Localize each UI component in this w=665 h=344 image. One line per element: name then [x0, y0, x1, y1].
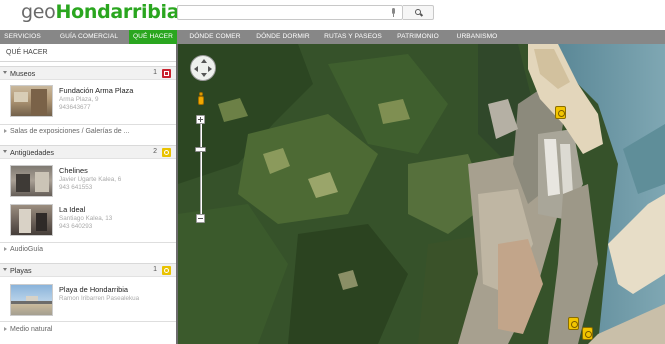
- search-icon: [415, 9, 421, 15]
- pan-down-icon[interactable]: [201, 73, 207, 77]
- sidebar-title: QUÉ HACER: [6, 49, 48, 56]
- divider: [0, 321, 176, 322]
- map-marker-icon[interactable]: [568, 317, 579, 330]
- nav-donde-dormir[interactable]: Dónde dormir: [251, 30, 315, 44]
- expand-arrow-icon: [3, 268, 7, 271]
- nav-que-hacer[interactable]: Qué hacer: [129, 30, 177, 44]
- microphone-icon[interactable]: [391, 8, 396, 17]
- nav-servicios[interactable]: Servicios: [0, 30, 45, 44]
- collapsed-arrow-icon: [4, 247, 7, 251]
- place-thumbnail: [10, 204, 53, 236]
- list-item[interactable]: Playa de Hondarribia Ramon Iribarren Pas…: [0, 284, 176, 318]
- category-salas-exposiciones[interactable]: Salas de exposiciones / Galerías de ...: [0, 126, 176, 140]
- place-thumbnail: [10, 165, 53, 197]
- category-antiguedades[interactable]: Antigüedades 2: [0, 145, 176, 159]
- list-item[interactable]: Fundación Arma Plaza Arma Plaza, 9 94364…: [0, 85, 176, 119]
- divider: [0, 61, 176, 62]
- museum-icon: [162, 69, 171, 78]
- list-item[interactable]: Chelines Javier Ugarte Kalea, 6 943 6415…: [0, 165, 176, 199]
- zoom-out-button[interactable]: [196, 214, 205, 223]
- pan-right-icon[interactable]: [208, 66, 212, 72]
- place-thumbnail: [10, 284, 53, 316]
- header: geoHondarribia: [0, 0, 665, 30]
- search-box: [177, 5, 403, 20]
- category-playas[interactable]: Playas 1: [0, 263, 176, 277]
- beach-icon: [162, 266, 171, 275]
- satellite-map[interactable]: [178, 44, 665, 344]
- zoom-slider-track[interactable]: [200, 124, 202, 214]
- category-medio-natural[interactable]: Medio natural: [0, 324, 176, 338]
- pan-control[interactable]: [190, 55, 216, 81]
- main-nav: Servicios Guía comercial Qué hacer Dónde…: [0, 30, 665, 44]
- map-marker-icon[interactable]: [582, 327, 593, 340]
- pan-left-icon[interactable]: [194, 66, 198, 72]
- nav-donde-comer[interactable]: Dónde comer: [183, 30, 247, 44]
- zoom-slider-handle[interactable]: [195, 147, 206, 152]
- map-marker-icon[interactable]: [555, 106, 566, 119]
- search-button[interactable]: [403, 5, 434, 20]
- pan-up-icon[interactable]: [201, 59, 207, 63]
- category-audioguia[interactable]: AudioGuía: [0, 244, 176, 258]
- expand-arrow-icon: [3, 71, 7, 74]
- search-input[interactable]: [180, 7, 385, 19]
- nav-guia-comercial[interactable]: Guía comercial: [52, 30, 126, 44]
- place-thumbnail: [10, 85, 53, 117]
- satellite-imagery: [178, 44, 665, 344]
- category-museos[interactable]: Museos 1: [0, 66, 176, 80]
- site-logo[interactable]: geoHondarribia: [21, 1, 180, 23]
- list-item[interactable]: La Ideal Santiago Kalea, 13 943 640293: [0, 204, 176, 238]
- divider: [0, 242, 176, 243]
- nav-patrimonio[interactable]: Patrimonio: [392, 30, 444, 44]
- street-view-pegman-icon[interactable]: [197, 92, 205, 106]
- antiques-icon: [162, 148, 171, 157]
- zoom-in-button[interactable]: [196, 115, 205, 124]
- divider: [0, 124, 176, 125]
- collapsed-arrow-icon: [4, 129, 7, 133]
- sidebar: QUÉ HACER Museos 1 Fundación Arma Plaza …: [0, 44, 176, 344]
- nav-rutas-paseos[interactable]: Rutas y paseos: [319, 30, 387, 44]
- collapsed-arrow-icon: [4, 327, 7, 331]
- nav-urbanismo[interactable]: Urbanismo: [451, 30, 503, 44]
- expand-arrow-icon: [3, 150, 7, 153]
